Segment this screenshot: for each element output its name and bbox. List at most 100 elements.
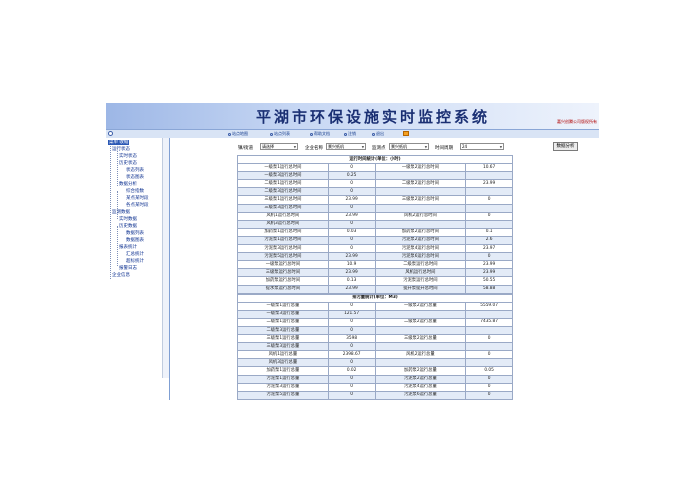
notification-icon[interactable]	[403, 131, 409, 136]
sidebar-item-history-data[interactable]: 历史数据	[119, 224, 137, 229]
table-row: 三级泵3运行总时间 0	[237, 203, 513, 213]
point-label: 监测点	[372, 146, 386, 151]
metric-label	[374, 342, 467, 352]
metric-value: 5559.07	[465, 301, 513, 311]
metric-label: 风机3运行总量	[237, 358, 329, 368]
metric-label: 风机2运行总量	[374, 350, 467, 360]
sidebar-item-exceed-stats[interactable]: 超标统计	[126, 259, 144, 264]
metric-value: 0	[465, 211, 513, 221]
sidebar-item-run-status[interactable]: 运行状态	[112, 147, 130, 152]
circle-icon	[372, 132, 375, 136]
metric-label: 三级泵1运行总时间	[237, 195, 329, 205]
metric-value: 0	[327, 219, 376, 229]
metric-value: 23.99	[327, 195, 376, 205]
sidebar-item-data-chart[interactable]: 数据图表	[126, 238, 144, 243]
metric-label: 污泥泵5运行总时间	[237, 252, 329, 262]
sidebar-item-data-list[interactable]: 数据列表	[126, 231, 144, 236]
metric-value: 0.25	[327, 171, 376, 181]
metric-value: 0.13	[327, 276, 376, 286]
tree-connector	[117, 226, 118, 266]
metric-label: 二级泵1运行总时间	[237, 179, 329, 189]
metric-value: 2.6	[465, 235, 513, 246]
metric-label: 污泥泵1运行总时间	[237, 235, 329, 246]
metric-value: 0	[327, 301, 376, 311]
company-select[interactable]: 景兴纸机 ▼	[326, 143, 366, 150]
metric-label: 三级泵1运行总量	[237, 334, 329, 344]
table-row: 污泥泵1运行总时间 0 污泥泵2运行总时间 2.6	[237, 235, 513, 246]
sidebar-item-composite-index[interactable]: 综合指数	[126, 189, 144, 194]
metric-value: 23.99	[327, 268, 376, 278]
metric-label: 污泥泵4运行总时间	[374, 244, 467, 254]
metric-value	[465, 358, 513, 368]
sidebar-item-report-stats[interactable]: 报表统计	[119, 245, 137, 250]
sidebar-item-point-period[interactable]: 某点某时段	[126, 196, 149, 201]
sidebar-item-realtime-status[interactable]: 实时状态	[119, 154, 137, 159]
metric-value: 0	[327, 187, 376, 197]
metric-label: 加药泵2运行总量	[374, 366, 467, 376]
table-row: 一级泵运行总时间 10.9 二级泵运行总时间 23.99	[237, 260, 513, 270]
metric-label: 污泥泵6运行总时间	[374, 252, 467, 262]
sidebar-item-alarm-log[interactable]: 报警日志	[119, 266, 137, 271]
sidebar-item-monitor-data[interactable]: 监测数据	[112, 210, 130, 215]
sidebar-item-realtime-data[interactable]: 实时数据	[119, 217, 137, 222]
table-row: 污泥泵3运行总量 0 污泥泵4运行总量 0	[237, 382, 513, 392]
metric-value: 0	[465, 382, 513, 392]
sidebar-item-status-list[interactable]: 状态列表	[126, 168, 144, 173]
sidebar-item-summary-stats[interactable]: 汇总统计	[126, 252, 144, 257]
table-row: 一级泵运行总量5680.63二级泵运行总量7435.87	[237, 398, 513, 400]
period-select-value: 24	[462, 144, 468, 149]
toolbar-logout[interactable]: 注销	[344, 130, 356, 138]
tree-connector	[117, 151, 118, 186]
metric-label: 三级泵3运行总量	[237, 342, 329, 352]
point-select[interactable]: 景兴纸机 ▼	[389, 143, 429, 150]
metric-value: 7435.87	[465, 317, 513, 327]
period-select[interactable]: 24 ▼	[460, 143, 504, 150]
table-row: 二级泵1运行总时间 0 二级泵2运行总时间 23.99	[237, 179, 513, 189]
metric-label: 提升泵提升总时间	[374, 284, 467, 294]
sidebar: 菜单 收缩 运行状态 实时状态 历史状态 状态列表 状态图表 数据分析 综合指数…	[106, 138, 170, 400]
sidebar-item-data-analysis[interactable]: 数据分析	[119, 182, 137, 187]
sidebar-item-company-info[interactable]: 企业信息	[112, 273, 130, 278]
toolbar-help-label: 帮助文档	[314, 131, 330, 136]
sidebar-item-history-status[interactable]: 历史状态	[119, 161, 137, 166]
metric-value: 0	[465, 334, 513, 344]
chevron-down-icon: ▼	[361, 145, 364, 149]
toolbar-site-list[interactable]: 站点列表	[270, 130, 290, 138]
metric-label	[374, 219, 467, 229]
metric-value: 0	[327, 163, 376, 173]
metric-label: 二级泵2运行总时间	[374, 179, 467, 189]
circle-icon	[228, 132, 231, 136]
metric-label: 一级泵1运行总量	[237, 301, 329, 311]
town-select[interactable]: 请选择 ▼	[260, 143, 298, 150]
metric-label: 污泥泵运行总时间	[374, 276, 467, 286]
analyze-button[interactable]: 数据分析	[553, 142, 578, 151]
toolbar-site-map[interactable]: 站点地图	[228, 130, 248, 138]
table-row: 一级泵1运行总时间 0 一级泵2运行总时间 10.67	[237, 163, 513, 173]
metric-value: 10.9	[327, 260, 376, 270]
menu-toggle-icon[interactable]	[108, 131, 113, 136]
metric-value: 7435.87	[465, 398, 513, 400]
metric-value: 58.88	[465, 284, 513, 294]
sidebar-item-status-chart[interactable]: 状态图表	[126, 175, 144, 180]
metric-value: 5680.63	[327, 398, 376, 400]
metric-label: 一级泵运行总量	[237, 398, 329, 400]
chevron-down-icon: ▼	[424, 145, 427, 149]
metric-value: 0	[327, 342, 376, 352]
metric-label: 一级泵3运行总时间	[237, 171, 329, 181]
metric-value: 0	[327, 317, 376, 327]
sidebar-item-points-period[interactable]: 各点某时段	[126, 203, 149, 208]
sidebar-scrollbar[interactable]	[162, 138, 169, 378]
toolbar-exit[interactable]: 退出	[372, 130, 384, 138]
toolbar-site-map-label: 站点地图	[232, 131, 248, 136]
table-row: 风机1运行总量 2398.67 风机2运行总量 0	[237, 350, 513, 360]
table-row: 污泥泵1运行总量 0 污泥泵2运行总量 0	[237, 374, 513, 384]
sidebar-collapse-menu[interactable]: 菜单 收缩	[108, 140, 130, 145]
toolbar-site-list-label: 站点列表	[274, 131, 290, 136]
metric-label	[374, 187, 467, 197]
toolbar-help[interactable]: 帮助文档	[310, 130, 330, 138]
header-banner: 平湖市环保设施实时监控系统 嘉兴创腾公司版权所有	[106, 103, 599, 129]
metric-value	[465, 171, 513, 181]
metric-label: 污泥泵3运行总时间	[237, 244, 329, 254]
runtime-caption: 运行时间统计(单位：小时)	[237, 154, 513, 165]
filter-bar: 镇/街道 请选择 ▼ 企业名称 景兴纸机 ▼ 监测点 景兴纸机 ▼ 时间周期 24 ▼ …	[170, 142, 599, 154]
